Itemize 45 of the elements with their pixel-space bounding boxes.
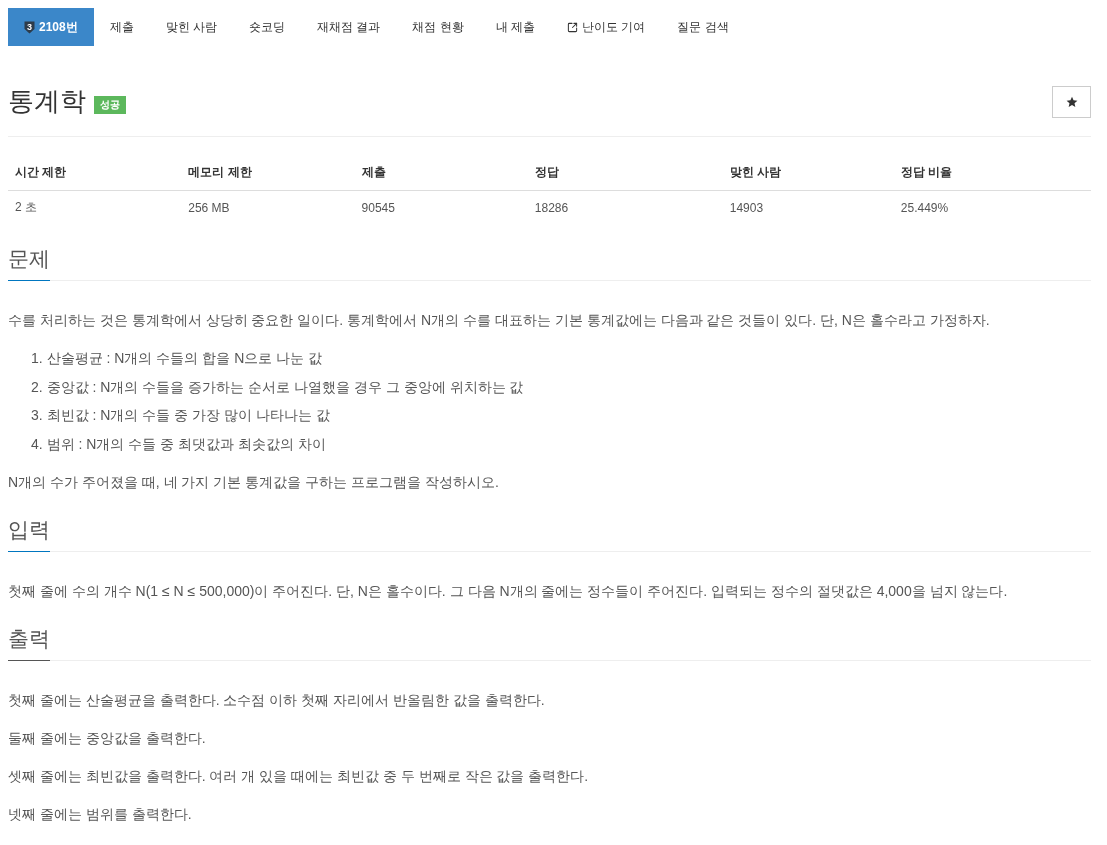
table-cell: 18286 [527,190,723,225]
list-number: 2. [31,377,43,397]
column-header: 정답 비율 [893,156,1091,190]
nav-tab[interactable]: 채점 현황 [396,8,480,46]
column-header: 시간 제한 [8,156,182,190]
section-heading: 입력 [8,515,50,552]
problem-tab[interactable]: 3 2108번 [8,8,94,46]
column-header: 맞힌 사람 [722,156,894,190]
column-header: 메모리 제한 [181,156,355,190]
problem-title: 통계학 [8,85,86,118]
list-number: 3. [31,406,43,425]
nav-tab[interactable]: 맞힌 사람 [149,8,234,46]
nav-tab[interactable]: 질문 검색 [661,8,745,46]
nav-tab[interactable]: 내 제출 [479,8,552,46]
paragraph: 셋째 줄에는 최빈값을 출력한다. 여러 개 있을 때에는 최빈값 중 두 번째로 작은 값을 출력한다. [8,767,590,786]
paragraph: 둘째 줄에는 중앙값을 출력한다. [8,729,207,748]
section-heading: 출력 [8,624,50,661]
nav-tab[interactable]: 재채점 결과 [301,8,397,46]
table-cell: 14903 [722,190,894,225]
external-link-icon [567,21,579,33]
list-item-text: 최빈값 : N개의 수들 중 가장 많이 나타나는 값 [46,406,330,425]
list-item-text: 중앙값 : N개의 수들을 증가하는 순서로 나열했을 경우 그 중앙에 위치하는 값 [46,377,524,397]
star-icon [1065,96,1078,108]
nav-tab[interactable]: 숏코딩 [233,8,302,46]
nav-tab[interactable]: 난이도 기여 [551,8,662,46]
list-item-text: 범위 : N개의 수들 중 최댓값과 최솟값의 차이 [46,434,326,454]
table-cell: 25.449% [893,190,1091,225]
section-heading: 문제 [8,244,50,281]
list-item-text: 산술평균 : N개의 수들의 합을 N으로 나눈 값 [46,349,323,368]
status-label: 성공 [94,96,126,114]
table-cell: 2 초 [8,190,182,225]
table-cell: 90545 [354,190,528,225]
tier-badge: 3 [24,20,35,34]
paragraph: 수를 처리하는 것은 통계학에서 상당히 중요한 일이다. 통계학에서 N개의 수를 대표하는 기본 통계값에는 다음과 같은 것들이 있다. 단, N은 홀수라고 가정하자. [8,311,991,330]
column-header: 정답 [527,156,723,190]
favorite-button[interactable] [1052,86,1091,118]
column-header: 제출 [354,156,528,190]
paragraph: 넷째 줄에는 범위를 출력한다. [8,805,193,824]
paragraph: N개의 수가 주어졌을 때, 네 가지 기본 통계값을 구하는 프로그램을 작성하시오. [8,473,500,492]
table-cell: 256 MB [181,190,355,225]
paragraph: 첫째 줄에 수의 개수 N(1 ≤ N ≤ 500,000)이 주어진다. 단, N은 홀수이다. 그 다음 N개의 줄에는 정수들이 주어진다. 입력되는 정수의 절댓값은 4,000을 넘지 않는다. [8,582,1009,601]
paragraph: 첫째 줄에는 산술평균을 출력한다. 소수점 이하 첫째 자리에서 반올림한 값을 출력한다. [8,691,546,710]
list-number: 4. [31,434,43,454]
list-number: 1. [31,349,43,368]
nav-tab[interactable]: 제출 [93,8,150,46]
